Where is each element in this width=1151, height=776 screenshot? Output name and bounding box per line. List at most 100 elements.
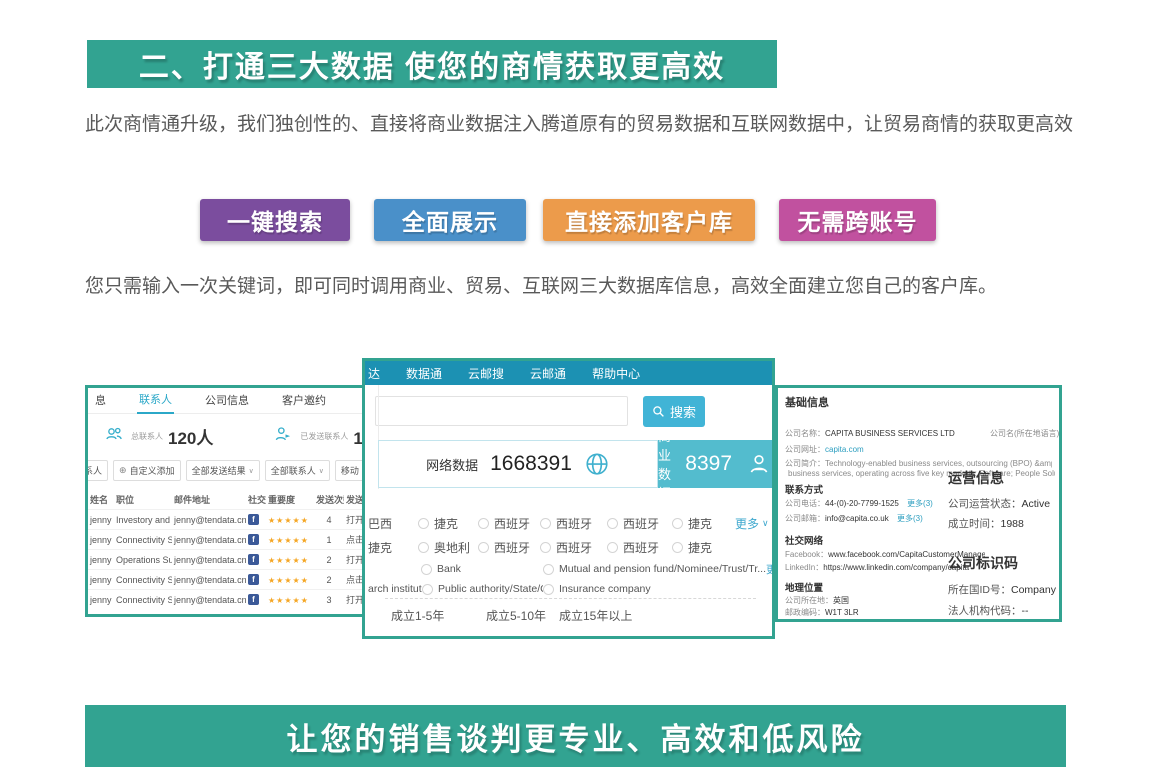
radio-circle[interactable]: [672, 518, 683, 529]
web-data-counter: 网络数据 1668391: [378, 440, 658, 488]
search-button[interactable]: 搜索: [643, 396, 705, 427]
company-type-option[interactable]: Mutual and pension fund/Nominee/Trust/Tr…: [543, 563, 766, 575]
company-type-option[interactable]: Insurance company: [543, 583, 651, 595]
table-row[interactable]: jennyOperations Super... jenny@tendata.c…: [88, 550, 369, 570]
sent-contacts-stat: 已发送联系人 100人: [271, 424, 372, 449]
facebook-icon: f: [248, 534, 259, 545]
data-counters-row: 网络数据 1668391 商业数据 8397: [378, 440, 772, 488]
top-nav-bar: 达 数据通 云邮搜 云邮通 帮助中心: [365, 361, 772, 385]
company-type-filter-row-1: Bank Mutual and pension fund/Nominee/Tru…: [368, 559, 769, 579]
nav-item-cloud-mail[interactable]: 云邮通: [530, 365, 566, 382]
business-data-value: 8397: [685, 452, 732, 476]
founded-years-row: 成立1-5年 成立5-10年 成立15年以上: [368, 605, 632, 625]
nav-item-partial[interactable]: 达: [368, 365, 380, 382]
radio-circle[interactable]: [418, 542, 429, 553]
col-name: 姓名: [88, 490, 114, 510]
feature-badge-no-cross-account: 无需跨账号: [779, 199, 936, 241]
email-more-link[interactable]: 更多(3): [897, 514, 923, 523]
keyword-paragraph: 您只需输入一次关键词，即可同时调用商业、贸易、互联网三大数据库信息，高效全面建立…: [85, 268, 1095, 305]
country-option[interactable]: 奥地利: [418, 539, 478, 556]
tab-contacts[interactable]: 联系人: [137, 391, 174, 414]
tab-partial[interactable]: 息: [93, 392, 108, 413]
nav-item-help-center[interactable]: 帮助中心: [592, 365, 640, 382]
company-description-line-2: business services, operating across five…: [788, 469, 1055, 478]
radio-circle[interactable]: [478, 518, 489, 529]
star-rating: ★★★★★: [268, 516, 309, 525]
nav-item-data[interactable]: 数据通: [406, 365, 442, 382]
website-link[interactable]: capita.com: [825, 445, 864, 454]
add-contact-button-partial[interactable]: 系人: [85, 460, 108, 481]
company-website-field: 公司网址：capita.com: [785, 444, 864, 455]
nav-item-cloud-mail-search[interactable]: 云邮搜: [468, 365, 504, 382]
chevron-down-icon: ∨: [762, 518, 769, 529]
send-result-filter-dropdown[interactable]: 全部发送结果 ∨: [186, 460, 260, 481]
facebook-icon: f: [248, 554, 259, 565]
chevron-down-icon: ∨: [249, 467, 254, 475]
table-row[interactable]: jennyConnectivity Sale... jenny@tendata.…: [88, 590, 369, 610]
radio-circle[interactable]: [543, 584, 554, 595]
country-option[interactable]: 西班牙: [607, 539, 672, 556]
contact-filter-dropdown[interactable]: 全部联系人 ∨: [265, 460, 330, 481]
more-company-types-link[interactable]: 更多∨: [766, 562, 775, 577]
web-data-value: 1668391: [490, 452, 572, 476]
radio-circle[interactable]: [478, 542, 489, 553]
country-option[interactable]: 西班牙: [478, 515, 540, 532]
country-option[interactable]: 捷克: [672, 539, 735, 556]
company-type-option[interactable]: Bank: [421, 563, 543, 575]
table-row[interactable]: jennyConnectivity Sale... jenny@tendata.…: [88, 530, 369, 550]
contacts-panel: 息 联系人 公司信息 客户邀约 总联系人 120人: [85, 385, 372, 617]
years-option[interactable]: 成立1-5年: [391, 607, 486, 624]
country-option[interactable]: 捷克: [368, 539, 418, 556]
radio-circle[interactable]: [421, 564, 432, 575]
company-name-field: 公司名称：CAPITA BUSINESS SERVICES LTD: [785, 428, 988, 439]
country-filter-row-2: 捷克 奥地利 西班牙 西班牙 西班牙 捷克: [368, 537, 769, 557]
contact-heading: 联系方式: [785, 482, 823, 496]
company-local-name-field: 公司名(所在地语言)：CAPIT: [990, 428, 1059, 439]
country-field: 公司所在地：英国: [785, 595, 849, 606]
company-type-option[interactable]: Public authority/State/Govern...: [422, 583, 543, 595]
country-option[interactable]: 捷克: [418, 515, 478, 532]
table-row[interactable]: jennyConnectivity Sale... jenny@tendata.…: [88, 570, 369, 590]
geo-heading: 地理位置: [785, 580, 823, 594]
businessman-icon: [746, 451, 772, 477]
country-option[interactable]: 西班牙: [540, 515, 607, 532]
radio-circle[interactable]: [418, 518, 429, 529]
radio-circle[interactable]: [540, 518, 551, 529]
years-option[interactable]: 成立15年以上: [559, 607, 632, 624]
radio-circle[interactable]: [607, 542, 618, 553]
country-option[interactable]: 西班牙: [478, 539, 540, 556]
radio-circle[interactable]: [672, 542, 683, 553]
star-rating: ★★★★★: [268, 576, 309, 585]
bottom-slogan-banner: 让您的销售谈判更专业、高效和低风险: [85, 705, 1066, 767]
search-input[interactable]: [375, 396, 628, 426]
custom-add-button[interactable]: ⊕ 自定义添加: [113, 460, 181, 481]
country-option[interactable]: 西班牙: [540, 539, 607, 556]
more-countries-link[interactable]: 更多∨: [735, 515, 775, 532]
company-type-option-partial[interactable]: arch institute: [368, 583, 422, 595]
radio-circle[interactable]: [422, 584, 433, 595]
basic-info-heading: 基础信息: [785, 394, 829, 410]
col-email: 邮件地址: [172, 490, 246, 510]
country-option[interactable]: 巴西: [368, 515, 418, 532]
stat-label: 已发送联系人: [300, 431, 348, 442]
table-header-row: 姓名 职位 邮件地址 社交 重要度 发送次数 发送结果: [88, 490, 369, 510]
col-count: 发送次数: [314, 490, 344, 510]
radio-circle[interactable]: [543, 564, 554, 575]
country-option[interactable]: 西班牙: [607, 515, 672, 532]
move-button[interactable]: 移动: [335, 460, 365, 481]
years-option[interactable]: 成立5-10年: [486, 607, 559, 624]
web-data-label: 网络数据: [426, 455, 478, 474]
contacts-tab-bar: 息 联系人 公司信息 客户邀约: [88, 388, 369, 414]
company-type-filter-row-2: arch institute Public authority/State/Go…: [368, 579, 769, 599]
country-option[interactable]: 捷克: [672, 515, 735, 532]
business-data-counter: 商业数据 8397: [658, 440, 772, 488]
feature-badge-full-display: 全面展示: [374, 199, 526, 241]
table-row[interactable]: jennyInvestory and ME... jenny@tendata.c…: [88, 510, 369, 530]
phone-more-link[interactable]: 更多(3): [907, 499, 933, 508]
radio-circle[interactable]: [607, 518, 618, 529]
feature-badge-one-key-search: 一键搜索: [200, 199, 350, 241]
phone-field: 公司电话：44-(0)-20-7799-1525 更多(3): [785, 498, 933, 509]
radio-circle[interactable]: [540, 542, 551, 553]
tab-customer-invite[interactable]: 客户邀约: [280, 392, 328, 413]
tab-company-info[interactable]: 公司信息: [203, 392, 251, 413]
